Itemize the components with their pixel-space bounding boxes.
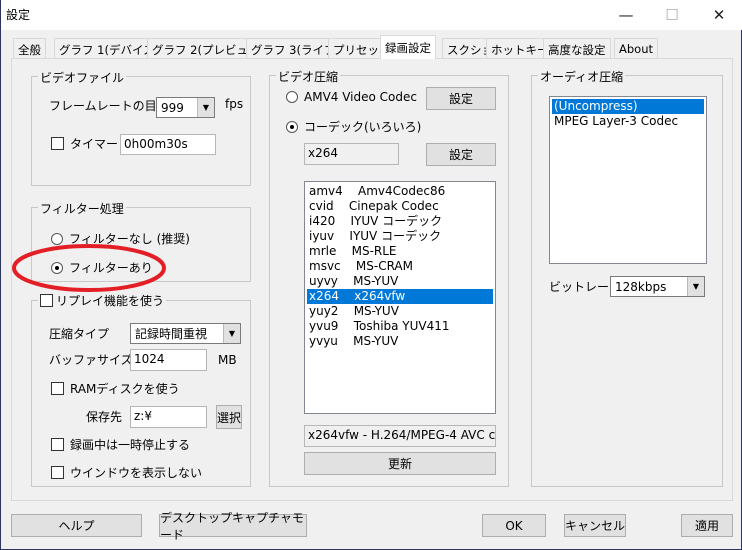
radio-button[interactable]	[286, 120, 298, 133]
audio-compression-group: オーディオ圧縮 (Uncompress) MPEG Layer-3 Codec …	[531, 68, 723, 487]
amv4-settings-button[interactable]: 設定	[426, 87, 496, 110]
pause-checkbox[interactable]	[51, 438, 64, 451]
tab-recording[interactable]: 録画設定	[380, 35, 436, 59]
timer-input[interactable]: 0h00m30s	[120, 134, 216, 155]
tab-general[interactable]: 全般	[13, 38, 46, 59]
list-item[interactable]: cvid Cinepak Codec	[307, 199, 493, 214]
close-button[interactable]: ✕	[696, 0, 742, 30]
hide-window-checkbox[interactable]	[51, 466, 64, 479]
amv4-option[interactable]: AMV4 Video Codec	[286, 90, 417, 104]
ramdisk-checkbox[interactable]	[51, 382, 64, 395]
settings-window: 設定 — ☐ ✕ 全般 グラフ 1(デバイス) グラフ 2(プレビュー) グラフ…	[0, 0, 742, 550]
desktop-capture-button[interactable]: デスクトップキャプチャモード	[159, 511, 307, 542]
video-compression-group: ビデオ圧縮 AMV4 Video Codec 設定 コーデック(いろいろ) x2…	[269, 68, 509, 487]
codec-option[interactable]: コーデック(いろいろ)	[286, 118, 421, 135]
replay-title: リプレイ機能を使う	[38, 292, 167, 309]
minimize-button[interactable]: —	[603, 0, 649, 30]
filter-title: フィルター処理	[38, 200, 126, 217]
buffer-unit: MB	[218, 353, 237, 367]
save-location-label: 保存先	[86, 410, 123, 424]
replay-group: リプレイ機能を使う 圧縮タイプ 記録時間重視 ▼ バッファサイズ 1024 MB …	[31, 292, 251, 487]
list-item[interactable]: msvc MS-CRAM	[307, 259, 493, 274]
timer-checkbox[interactable]	[51, 137, 64, 150]
video-compression-title: ビデオ圧縮	[276, 68, 341, 85]
list-item[interactable]: yuy2 MS-YUV	[307, 304, 493, 319]
list-item[interactable]: yvu9 Toshiba YUV411	[307, 319, 493, 334]
refresh-button[interactable]: 更新	[304, 452, 496, 475]
list-item[interactable]: yvyu MS-YUV	[307, 334, 493, 349]
audio-compression-title: オーディオ圧縮	[538, 68, 626, 85]
tab-about[interactable]: About	[614, 38, 659, 59]
chevron-down-icon: ▼	[197, 98, 214, 117]
buffer-size-input[interactable]: 1024	[130, 349, 207, 371]
maximize-button[interactable]: ☐	[649, 0, 695, 30]
codec-settings-button[interactable]: 設定	[426, 143, 496, 166]
video-file-title: ビデオファイル	[38, 69, 127, 86]
save-location-input[interactable]: z:¥	[130, 406, 207, 428]
audio-codec-list[interactable]: (Uncompress) MPEG Layer-3 Codec	[549, 96, 707, 264]
timer-label: タイマー	[70, 137, 119, 151]
codec-list[interactable]: amv4 Amv4Codec86 cvid Cinepak Codec i420…	[304, 181, 496, 414]
codec-description-field: x264vfw - H.264/MPEG-4 AVC codec	[304, 425, 496, 447]
help-button[interactable]: ヘルプ	[11, 514, 142, 537]
list-item[interactable]: MPEG Layer-3 Codec	[552, 114, 704, 129]
codec-value-field: x264	[304, 143, 399, 165]
apply-button[interactable]: 適用	[681, 514, 733, 537]
list-item[interactable]: i420 IYUV コーデック	[307, 214, 493, 229]
fps-unit: fps	[225, 97, 244, 111]
framerate-select[interactable]: 999 ▼	[156, 97, 215, 118]
framerate-label: フレームレートの目安	[49, 99, 169, 113]
select-folder-button[interactable]: 選択	[216, 405, 242, 429]
window-title: 設定	[6, 8, 31, 22]
compression-type-label: 圧縮タイプ	[49, 327, 110, 341]
list-item-selected[interactable]: x264 x264vfw	[307, 289, 493, 304]
title-bar: 設定 — ☐ ✕	[1, 0, 742, 30]
radio-button[interactable]	[286, 91, 298, 103]
list-item-selected[interactable]: (Uncompress)	[552, 99, 704, 114]
chevron-down-icon: ▼	[223, 324, 240, 343]
chevron-down-icon: ▼	[687, 277, 704, 296]
list-item[interactable]: uyvy MS-YUV	[307, 274, 493, 289]
buffer-size-label: バッファサイズ	[49, 353, 133, 367]
list-item[interactable]: amv4 Amv4Codec86	[307, 184, 493, 199]
video-file-group: ビデオファイル フレームレートの目安 999 ▼ fps タイマー 0h00m30…	[31, 69, 251, 186]
replay-checkbox[interactable]	[40, 294, 53, 307]
bitrate-select[interactable]: 128kbps ▼	[610, 276, 705, 297]
list-item[interactable]: iyuv IYUV コーデック	[307, 229, 493, 244]
compression-type-select[interactable]: 記録時間重視 ▼	[130, 323, 241, 344]
list-item[interactable]: mrle MS-RLE	[307, 244, 493, 259]
ok-button[interactable]: OK	[482, 514, 546, 537]
tab-advanced[interactable]: 高度な設定	[543, 38, 611, 59]
cancel-button[interactable]: キャンセル	[564, 514, 626, 537]
